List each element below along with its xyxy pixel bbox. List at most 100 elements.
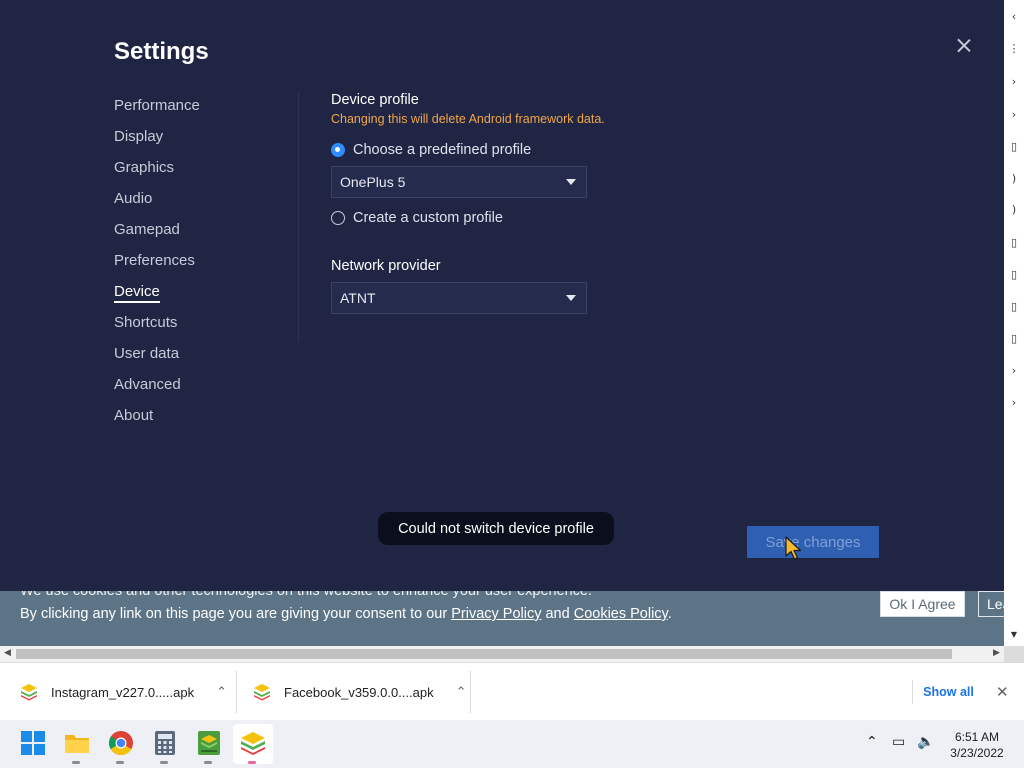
bluestacks-icon xyxy=(21,684,37,701)
network-provider-value: ATNT xyxy=(340,290,376,306)
nav-item-label: Graphics xyxy=(114,159,175,176)
show-all-downloads-button[interactable]: Show all xyxy=(912,680,984,704)
running-indicator xyxy=(248,761,256,764)
predefined-profile-label: Choose a predefined profile xyxy=(353,142,532,158)
close-icon[interactable]: ✕ xyxy=(996,683,1009,701)
device-profile-heading: Device profile xyxy=(331,92,419,108)
scroll-left-icon[interactable]: ◀ xyxy=(4,648,11,658)
nav-item-device[interactable]: Device xyxy=(114,282,294,313)
page-edge-icon: ) xyxy=(1011,172,1017,185)
nav-item-gamepad[interactable]: Gamepad xyxy=(114,220,294,251)
chevron-up-icon[interactable]: ⌃ xyxy=(866,734,878,750)
volume-icon[interactable]: 🔈 xyxy=(917,734,934,750)
chevron-down-icon xyxy=(566,179,576,185)
scroll-right-icon[interactable]: ▶ xyxy=(993,648,1000,658)
nav-item-label: Gamepad xyxy=(114,221,180,238)
settings-nav: Performance Display Graphics Audio Gamep… xyxy=(114,96,294,437)
clock-time: 6:51 AM xyxy=(954,730,1000,744)
bluestacks-icon xyxy=(254,684,270,701)
calculator-icon[interactable] xyxy=(150,728,180,764)
bluestacks-icon[interactable] xyxy=(238,728,268,764)
windows-taskbar: ⌃ ▭ 🔈 6:51 AM 3/23/2022 xyxy=(0,720,1024,768)
device-profile-value: OnePlus 5 xyxy=(340,174,406,190)
nav-item-label: Advanced xyxy=(114,376,181,393)
close-icon[interactable] xyxy=(954,36,974,56)
page-edge-icon: › xyxy=(1011,396,1017,409)
settings-title: Settings xyxy=(114,38,209,65)
nav-item-display[interactable]: Display xyxy=(114,127,294,158)
privacy-policy-link[interactable]: Privacy Policy xyxy=(451,606,541,622)
horizontal-scrollbar[interactable]: ◀ ▶ xyxy=(0,646,1004,662)
download-filename: Facebook_v359.0.0....apk xyxy=(284,684,434,700)
chevron-up-icon[interactable]: ⌃ xyxy=(456,685,467,700)
cookie-text-line1: We use cookies and other technologies on… xyxy=(20,591,593,599)
device-profile-warning: Changing this will delete Android framew… xyxy=(331,112,605,126)
device-profile-select[interactable]: OnePlus 5 xyxy=(331,166,587,198)
nav-item-advanced[interactable]: Advanced xyxy=(114,375,294,406)
chevron-down-icon xyxy=(566,295,576,301)
page-edge-icon: › xyxy=(1011,364,1017,377)
nav-item-label: User data xyxy=(114,345,180,362)
nav-divider xyxy=(298,92,299,342)
nav-item-label: Shortcuts xyxy=(114,314,178,331)
nav-item-label: Performance xyxy=(114,97,200,114)
custom-profile-radio[interactable] xyxy=(331,211,345,225)
settings-dialog: Settings Performance Display Graphics Au… xyxy=(0,0,1004,591)
running-indicator xyxy=(204,761,212,764)
device-settings-panel: Device profile Changing this will delete… xyxy=(331,92,931,314)
cookies-policy-link[interactable]: Cookies Policy xyxy=(574,606,668,622)
downloads-bar: Instagram_v227.0.....apk ⌃ Facebook_v359… xyxy=(0,662,1024,720)
running-indicator xyxy=(116,761,124,764)
nav-item-about[interactable]: About xyxy=(114,406,294,437)
download-item-instagram[interactable]: Instagram_v227.0.....apk ⌃ xyxy=(20,663,227,721)
file-explorer-icon[interactable] xyxy=(62,728,92,764)
scrollbar-corner xyxy=(1004,646,1024,662)
page-edge-icon: ▯ xyxy=(1010,140,1018,153)
learn-more-button[interactable]: Lea xyxy=(978,591,1004,617)
download-item-facebook[interactable]: Facebook_v359.0.0....apk ⌃ xyxy=(253,663,467,721)
network-provider-select[interactable]: ATNT xyxy=(331,282,587,314)
nav-item-audio[interactable]: Audio xyxy=(114,189,294,220)
predefined-profile-option[interactable]: Choose a predefined profile xyxy=(331,139,931,161)
page-edge-icon: › xyxy=(1011,75,1017,88)
nav-item-label: Device xyxy=(114,283,160,303)
bluestacks-multi-icon[interactable] xyxy=(194,728,224,764)
custom-profile-label: Create a custom profile xyxy=(353,210,503,226)
nav-item-shortcuts[interactable]: Shortcuts xyxy=(114,313,294,344)
page-edge-icon: › xyxy=(1011,108,1017,121)
page-edge-icon: ▯ xyxy=(1010,300,1018,313)
running-indicator xyxy=(160,761,168,764)
cookie-banner: We use cookies and other technologies on… xyxy=(0,591,1004,646)
cookie-period: . xyxy=(667,606,672,622)
nav-item-label: Preferences xyxy=(114,252,195,269)
page-edge-icon: ⋮ xyxy=(1008,42,1020,55)
nav-item-label: Display xyxy=(114,128,164,145)
ok-i-agree-button[interactable]: Ok I Agree xyxy=(880,591,965,617)
cookie-consent-text: By clicking any link on this page you ar… xyxy=(20,606,452,622)
network-provider-heading: Network provider xyxy=(331,258,441,274)
windows-start-icon[interactable] xyxy=(18,728,48,758)
nav-item-user-data[interactable]: User data xyxy=(114,344,294,375)
page-edge-icon: ▯ xyxy=(1010,268,1018,281)
nav-item-performance[interactable]: Performance xyxy=(114,96,294,127)
cookie-and-text: and xyxy=(541,606,574,622)
divider xyxy=(470,671,471,713)
nav-item-graphics[interactable]: Graphics xyxy=(114,158,294,189)
clock-date: 3/23/2022 xyxy=(950,746,1004,760)
scrollbar-thumb[interactable] xyxy=(16,649,952,659)
system-clock[interactable]: 6:51 AM 3/23/2022 xyxy=(944,729,1010,761)
cookie-text-line2: By clicking any link on this page you ar… xyxy=(20,606,672,622)
save-changes-button[interactable]: Save changes xyxy=(747,526,879,558)
chrome-icon[interactable] xyxy=(106,728,136,764)
page-edge-icon: ) xyxy=(1011,203,1017,216)
network-icon[interactable]: ▭ xyxy=(892,734,905,750)
error-toast: Could not switch device profile xyxy=(378,512,614,545)
nav-item-label: Audio xyxy=(114,190,153,207)
mouse-cursor-icon xyxy=(785,536,802,560)
nav-item-preferences[interactable]: Preferences xyxy=(114,251,294,282)
chevron-up-icon[interactable]: ⌃ xyxy=(216,685,227,700)
scroll-down-icon[interactable]: ▼ xyxy=(1007,630,1021,639)
custom-profile-option[interactable]: Create a custom profile xyxy=(331,207,931,229)
predefined-profile-radio[interactable] xyxy=(331,143,345,157)
browser-vertical-scrollbar[interactable]: ‹ ⋮ › › ▯ ) ) ▯ ▯ ▯ ▯ › › ▼ xyxy=(1004,0,1024,648)
